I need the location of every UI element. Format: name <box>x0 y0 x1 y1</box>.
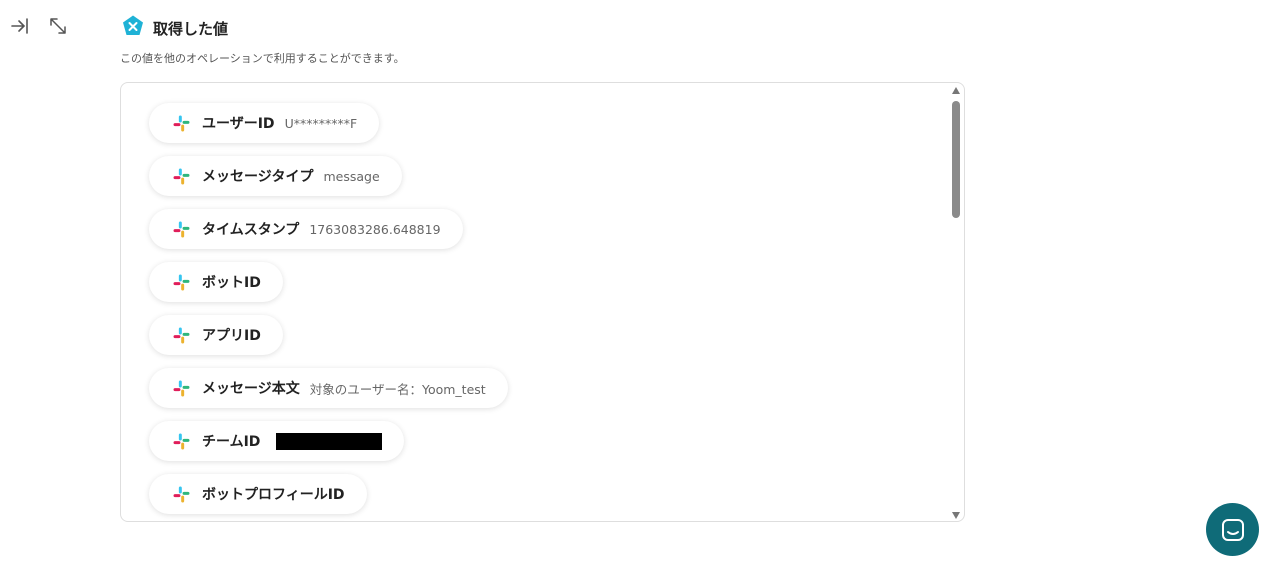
expand-diagonal-icon[interactable] <box>46 14 70 38</box>
value-text: 1763083286.648819 <box>309 221 441 237</box>
value-label: ボットプロフィールID <box>202 487 345 503</box>
value-chip-timestamp[interactable]: タイムスタンプ 1763083286.648819 <box>149 209 463 249</box>
value-label: メッセージ本文 <box>202 381 300 397</box>
value-text: U*********F <box>284 115 358 131</box>
redacted-value <box>276 432 383 450</box>
value-chip-bot-id[interactable]: ボットID <box>149 262 283 302</box>
value-chip-app-id[interactable]: アプリID <box>149 315 283 355</box>
yoom-logo-icon <box>121 14 145 42</box>
scrollbar-thumb[interactable] <box>952 101 960 218</box>
slack-icon <box>173 221 190 238</box>
value-text: 対象のユーザー名：Yoom_test <box>309 381 486 397</box>
page-title: 取得した値 <box>153 19 229 38</box>
collapse-right-icon[interactable] <box>8 14 32 38</box>
page-subtitle: この値を他のオペレーションで利用することができます。 <box>120 52 405 65</box>
slack-icon <box>173 115 190 132</box>
chat-support-button[interactable] <box>1206 503 1259 556</box>
scroll-up-arrow-icon[interactable] <box>952 87 960 94</box>
value-label: ユーザーID <box>202 116 275 132</box>
top-toolbar <box>8 14 70 38</box>
scrollbar[interactable] <box>951 85 961 519</box>
value-chip-team-id[interactable]: チームID <box>149 421 405 461</box>
slack-icon <box>173 168 190 185</box>
values-panel: ユーザーID U*********F メッセージタイプ message タイムス… <box>120 82 965 522</box>
value-chip-bot-profile-id[interactable]: ボットプロフィールID <box>149 474 367 514</box>
slack-icon <box>173 327 190 344</box>
value-chip-message-type[interactable]: メッセージタイプ message <box>149 156 402 196</box>
section-header: 取得した値 <box>121 14 228 42</box>
slack-icon <box>173 380 190 397</box>
value-label: アプリID <box>202 328 261 344</box>
value-chip-user-id[interactable]: ユーザーID U*********F <box>149 103 380 143</box>
value-label: メッセージタイプ <box>202 169 314 185</box>
chat-icon <box>1221 518 1244 541</box>
scroll-down-arrow-icon[interactable] <box>952 512 960 519</box>
value-label: チームID <box>202 434 261 450</box>
slack-icon <box>173 486 190 503</box>
slack-icon <box>173 274 190 291</box>
value-chip-message-body[interactable]: メッセージ本文 対象のユーザー名：Yoom_test <box>149 368 508 408</box>
value-label: ボットID <box>202 275 261 291</box>
value-label: タイムスタンプ <box>202 222 300 238</box>
slack-icon <box>173 433 190 450</box>
value-text: message <box>323 168 380 184</box>
